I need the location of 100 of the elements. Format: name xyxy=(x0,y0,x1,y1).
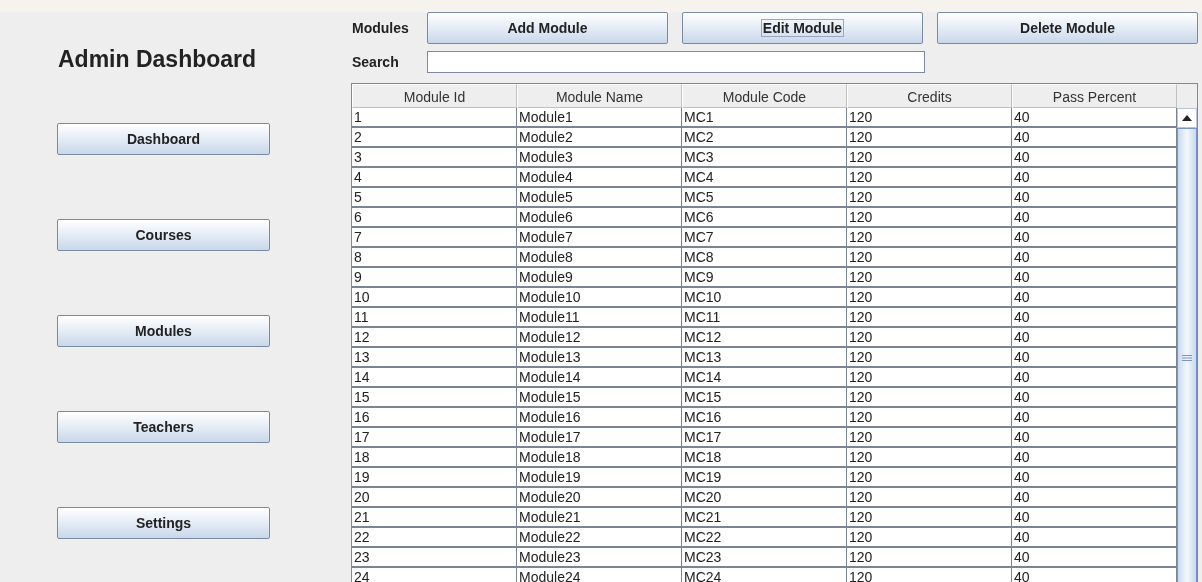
table-cell: Module5 xyxy=(517,188,682,206)
table-cell: 120 xyxy=(847,428,1012,446)
table-cell: 1 xyxy=(352,108,517,126)
table-cell: MC15 xyxy=(682,388,847,406)
table-cell: 120 xyxy=(847,188,1012,206)
search-label: Search xyxy=(351,54,400,70)
table-cell: MC1 xyxy=(682,108,847,126)
dashboard-title: Admin Dashboard xyxy=(58,46,258,73)
table-cell: 120 xyxy=(847,508,1012,526)
table-cell: MC14 xyxy=(682,368,847,386)
table-cell: 4 xyxy=(352,168,517,186)
table-cell: MC9 xyxy=(682,268,847,286)
table-cell: Module14 xyxy=(517,368,682,386)
table-cell: 16 xyxy=(352,408,517,426)
table-cell: 6 xyxy=(352,208,517,226)
table-cell: Module17 xyxy=(517,428,682,446)
table-cell: 24 xyxy=(352,568,517,582)
column-header[interactable]: Module Id xyxy=(352,84,517,108)
table-cell: MC13 xyxy=(682,348,847,366)
table-cell: MC7 xyxy=(682,228,847,246)
table-cell: Module23 xyxy=(517,548,682,566)
table-cell: 22 xyxy=(352,528,517,546)
search-field[interactable] xyxy=(427,51,925,73)
table-cell: 2 xyxy=(352,128,517,146)
table-cell: 120 xyxy=(847,468,1012,486)
column-header[interactable]: Pass Percent xyxy=(1012,84,1177,108)
table-cell: Module6 xyxy=(517,208,682,226)
table-cell: Module20 xyxy=(517,488,682,506)
table-cell: 13 xyxy=(352,348,517,366)
toolbar-button[interactable]: Edit Module xyxy=(682,12,923,44)
table-cell: 120 xyxy=(847,408,1012,426)
table-cell: Module21 xyxy=(517,508,682,526)
table-cell: 120 xyxy=(847,148,1012,166)
table-cell: Module10 xyxy=(517,288,682,306)
table-cell: Module13 xyxy=(517,348,682,366)
table-cell: 18 xyxy=(352,448,517,466)
table-cell: Module7 xyxy=(517,228,682,246)
table-cell: 120 xyxy=(847,488,1012,506)
column-header[interactable]: Credits xyxy=(847,84,1012,108)
table-cell: Module22 xyxy=(517,528,682,546)
table-cell: MC3 xyxy=(682,148,847,166)
table-cell: 3 xyxy=(352,148,517,166)
table-cell: Module24 xyxy=(517,568,682,582)
table-cell: MC12 xyxy=(682,328,847,346)
table-cell: Module4 xyxy=(517,168,682,186)
table-cell: 120 xyxy=(847,208,1012,226)
column-header[interactable]: Module Name xyxy=(517,84,682,108)
table-cell: MC8 xyxy=(682,248,847,266)
column-header[interactable]: Module Code xyxy=(682,84,847,108)
table-cell: 120 xyxy=(847,308,1012,326)
grip-icon xyxy=(1182,355,1192,361)
table-cell: Module11 xyxy=(517,308,682,326)
table-cell: Module16 xyxy=(517,408,682,426)
table-cell: 120 xyxy=(847,108,1012,126)
table-cell: 5 xyxy=(352,188,517,206)
scroll-up-icon[interactable] xyxy=(1177,108,1197,128)
table-cell: Module3 xyxy=(517,148,682,166)
table-cell: 120 xyxy=(847,368,1012,386)
table-cell: MC18 xyxy=(682,448,847,466)
table-cell: 120 xyxy=(847,548,1012,566)
table-cell: Module12 xyxy=(517,328,682,346)
nav-button[interactable]: Courses xyxy=(57,219,270,251)
table-cell: 20 xyxy=(352,488,517,506)
table-cell: MC21 xyxy=(682,508,847,526)
table-cell: Module19 xyxy=(517,468,682,486)
table-cell: 120 xyxy=(847,448,1012,466)
table-cell: 14 xyxy=(352,368,517,386)
table-cell: 23 xyxy=(352,548,517,566)
table-cell: Module8 xyxy=(517,248,682,266)
toolbar-button[interactable]: Add Module xyxy=(427,12,668,44)
table-cell: MC20 xyxy=(682,488,847,506)
table-cell: Module15 xyxy=(517,388,682,406)
table-cell: 120 xyxy=(847,328,1012,346)
nav-button[interactable]: Teachers xyxy=(57,411,270,443)
table-cell: 120 xyxy=(847,348,1012,366)
table-cell: MC5 xyxy=(682,188,847,206)
table-cell: MC17 xyxy=(682,428,847,446)
table-cell: 120 xyxy=(847,528,1012,546)
table-cell: 120 xyxy=(847,568,1012,582)
table-cell: 15 xyxy=(352,388,517,406)
table-cell: MC10 xyxy=(682,288,847,306)
nav-button[interactable]: Dashboard xyxy=(57,123,270,155)
modules-label: Modules xyxy=(351,20,410,36)
nav-button[interactable]: Modules xyxy=(57,315,270,347)
toolbar-button[interactable]: Delete Module xyxy=(937,12,1198,44)
table-cell: MC22 xyxy=(682,528,847,546)
table-cell: Module9 xyxy=(517,268,682,286)
nav-button[interactable]: Settings xyxy=(57,507,270,539)
table-cell: 8 xyxy=(352,248,517,266)
table-cell: MC23 xyxy=(682,548,847,566)
table-cell: 120 xyxy=(847,388,1012,406)
table-cell: MC2 xyxy=(682,128,847,146)
table-cell: 120 xyxy=(847,248,1012,266)
table-cell: 7 xyxy=(352,228,517,246)
table-cell: 120 xyxy=(847,228,1012,246)
table-cell: Module18 xyxy=(517,448,682,466)
table-cell: 12 xyxy=(352,328,517,346)
table-cell: Module2 xyxy=(517,128,682,146)
table-cell: 10 xyxy=(352,288,517,306)
table-cell: 9 xyxy=(352,268,517,286)
